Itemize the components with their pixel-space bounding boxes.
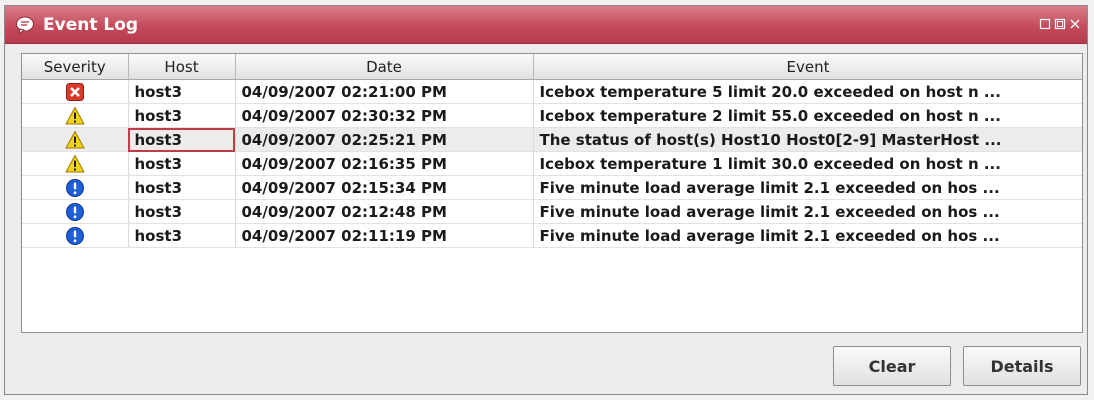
maximize-icon[interactable] [1054,18,1066,30]
date-cell[interactable]: 04/09/2007 02:12:48 PM [235,199,534,224]
column-header-host[interactable]: Host [128,54,236,80]
table-row[interactable]: host3 04/09/2007 02:21:00 PM Icebox temp… [22,79,1082,104]
event-cell[interactable]: Five minute load average limit 2.1 excee… [533,199,1082,224]
info-icon [65,226,84,245]
host-cell[interactable]: host3 [128,175,236,200]
event-cell[interactable]: Five minute load average limit 2.1 excee… [533,223,1082,248]
date-cell[interactable]: 04/09/2007 02:15:34 PM [235,175,534,200]
severity-cell[interactable] [22,199,129,224]
restore-icon[interactable] [1039,18,1051,30]
severity-cell[interactable] [22,79,129,104]
table-row[interactable]: host3 04/09/2007 02:15:34 PM Five minute… [22,175,1082,200]
chat-bubble-icon [16,16,34,35]
date-cell[interactable]: 04/09/2007 02:30:32 PM [235,103,534,128]
clear-button[interactable]: Clear [833,346,951,386]
column-header-event[interactable]: Event [533,54,1082,80]
info-icon [65,178,84,197]
warning-icon [65,130,85,148]
event-cell[interactable]: The status of host(s) Host10 Host0[2-9] … [533,127,1082,152]
title-bar[interactable]: Event Log [5,6,1087,44]
severity-cell[interactable] [22,223,129,248]
event-cell[interactable]: Icebox temperature 5 limit 20.0 exceeded… [533,79,1082,104]
column-header-date[interactable]: Date [235,54,534,80]
event-cell[interactable]: Icebox temperature 1 limit 30.0 exceeded… [533,151,1082,176]
window-controls [1039,18,1081,30]
table-row[interactable]: host3 04/09/2007 02:30:32 PM Icebox temp… [22,103,1082,128]
host-cell[interactable]: host3 [128,79,236,104]
table-row[interactable]: host3 04/09/2007 02:12:48 PM Five minute… [22,199,1082,224]
info-icon [65,202,84,221]
host-cell[interactable]: host3 [128,103,236,128]
window-title: Event Log [43,15,139,35]
table-row[interactable]: host3 04/09/2007 02:16:35 PM Icebox temp… [22,151,1082,176]
close-icon[interactable] [1069,18,1081,30]
date-cell[interactable]: 04/09/2007 02:16:35 PM [235,151,534,176]
host-cell[interactable]: host3 [128,151,236,176]
event-cell[interactable]: Five minute load average limit 2.1 excee… [533,175,1082,200]
table-row[interactable]: host3 04/09/2007 02:11:19 PM Five minute… [22,223,1082,248]
event-log-window: Event Log Severity Host Date Event host3… [4,5,1088,395]
table-row[interactable]: host3 04/09/2007 02:25:21 PM The status … [22,127,1082,152]
date-cell[interactable]: 04/09/2007 02:25:21 PM [235,127,534,152]
severity-cell[interactable] [22,151,129,176]
date-cell[interactable]: 04/09/2007 02:21:00 PM [235,79,534,104]
error-icon [65,82,84,101]
host-cell[interactable]: host3 [128,127,236,152]
event-table-container[interactable]: Severity Host Date Event host3 04/09/200… [21,53,1083,333]
date-cell[interactable]: 04/09/2007 02:11:19 PM [235,223,534,248]
warning-icon [65,154,85,172]
event-cell[interactable]: Icebox temperature 2 limit 55.0 exceeded… [533,103,1082,128]
severity-cell[interactable] [22,103,129,128]
host-cell[interactable]: host3 [128,223,236,248]
details-button[interactable]: Details [963,346,1081,386]
table-header-row: Severity Host Date Event [22,54,1082,80]
severity-cell[interactable] [22,127,129,152]
warning-icon [65,106,85,124]
host-cell[interactable]: host3 [128,199,236,224]
severity-cell[interactable] [22,175,129,200]
column-header-severity[interactable]: Severity [22,54,129,80]
event-table: Severity Host Date Event host3 04/09/200… [22,54,1082,248]
